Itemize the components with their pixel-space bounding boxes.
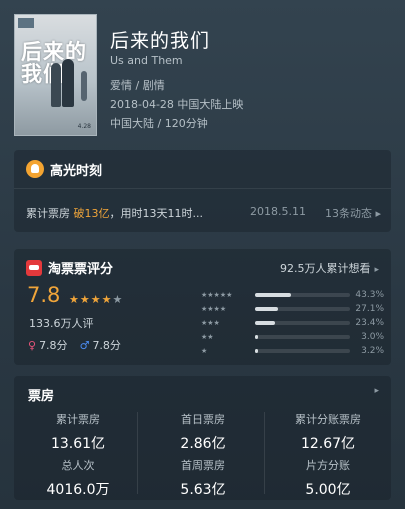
- poster-date: 4.28: [77, 123, 91, 130]
- box-office-card[interactable]: 票房 ▸ 累计票房 13.61亿 首日票房 2.86亿 累计分账票房 12.67…: [14, 376, 391, 500]
- distribution-bar-track: [255, 349, 350, 353]
- distribution-bar-fill: [255, 335, 258, 339]
- poster-figure: [81, 71, 87, 101]
- star-empty-icon: ★: [112, 293, 124, 306]
- distribution-percent: 3.0%: [361, 332, 384, 342]
- box-office-value: 2.86亿: [180, 436, 226, 452]
- box-office-label: 累计分账票房: [295, 413, 361, 426]
- highlight-more-link[interactable]: 13条动态 ▸: [325, 205, 381, 221]
- distribution-bar-track: [255, 307, 350, 311]
- highlight-text-suffix: ，用时13天11时...: [109, 207, 203, 220]
- chevron-right-icon[interactable]: ▸: [374, 386, 379, 396]
- star-icon: ★: [69, 293, 80, 306]
- rating-distribution: ★★★★★ 43.3% ★★★★ 27.1% ★★★ 23.4% ★★ 3.0% ★ 3.2%: [201, 288, 384, 358]
- movie-title: 后来的我们: [110, 30, 211, 52]
- want-to-see-count: 92.5万人累计想看: [279, 262, 371, 275]
- box-office-cell: 累计票房 13.61亿: [18, 411, 138, 453]
- box-office-value: 13.61亿: [50, 436, 106, 452]
- highlight-text-prefix: 累计票房: [26, 207, 74, 220]
- box-office-cell: 首周票房 5.63亿: [143, 457, 263, 499]
- distribution-row: ★ 3.2%: [201, 344, 384, 358]
- distribution-stars: ★★★★: [201, 305, 227, 313]
- taopiao-title: 淘票票评分: [48, 262, 114, 277]
- distribution-bar-fill: [255, 307, 278, 311]
- poster-badge: [18, 18, 34, 28]
- distribution-stars: ★★★: [201, 319, 220, 327]
- rating-count: 133.6万人评: [29, 317, 94, 330]
- chevron-right-icon: ▸: [374, 265, 379, 275]
- movie-english-title: Us and Them: [110, 54, 183, 67]
- highlight-text: 累计票房 破13亿，用时13天11时...: [26, 205, 203, 221]
- highlight-text-emphasis: 破13亿: [73, 207, 110, 220]
- distribution-bar-fill: [255, 349, 258, 353]
- rating-stars: ★★★★★: [69, 293, 123, 306]
- distribution-stars: ★★: [201, 333, 214, 341]
- highlight-card[interactable]: 高光时刻 累计票房 破13亿，用时13天11时... 2018.5.11 13条…: [14, 150, 391, 232]
- distribution-row: ★★★★ 27.1%: [201, 302, 384, 316]
- distribution-bar-fill: [255, 293, 292, 297]
- poster-figure: [62, 59, 74, 107]
- female-icon: ♀: [28, 338, 37, 352]
- movie-poster[interactable]: 后来的我们 4.28: [14, 14, 97, 136]
- movie-genre: 爱情 / 剧情: [110, 79, 165, 92]
- movie-release-date: 2018-04-28 中国大陆上映: [110, 98, 244, 111]
- box-office-cell: 片方分账 5.00亿: [268, 457, 388, 499]
- distribution-row: ★★★★★ 43.3%: [201, 288, 384, 302]
- distribution-stars: ★: [201, 347, 208, 355]
- box-office-label: 首周票房: [181, 459, 225, 472]
- distribution-percent: 3.2%: [361, 346, 384, 356]
- box-office-cell: 总人次 4016.0万: [18, 457, 138, 499]
- highlight-header: 高光时刻: [26, 159, 102, 179]
- taopiao-logo-icon: [26, 259, 42, 276]
- taopiao-header: 淘票票评分: [26, 258, 113, 277]
- box-office-cell: 首日票房 2.86亿: [143, 411, 263, 453]
- distribution-bar-fill: [255, 321, 275, 325]
- rating-score: 7.8: [27, 283, 61, 307]
- highlight-title: 高光时刻: [50, 163, 103, 179]
- box-office-label: 累计票房: [56, 413, 100, 426]
- box-office-title: 票房: [28, 389, 55, 404]
- male-score: 7.8分: [92, 339, 121, 352]
- box-office-value: 4016.0万: [46, 482, 110, 498]
- box-office-label: 总人次: [61, 459, 95, 472]
- distribution-percent: 43.3%: [355, 290, 384, 300]
- box-office-value: 5.00亿: [305, 482, 351, 498]
- box-office-cell: 累计分账票房 12.67亿: [268, 411, 388, 453]
- star-icon: ★: [79, 293, 91, 306]
- taopiao-rating-card[interactable]: 淘票票评分 92.5万人累计想看 ▸ 7.8 ★★★★★ 133.6万人评 ♀ 7…: [14, 249, 391, 365]
- movie-header: 后来的我们 4.28 后来的我们 Us and Them 爱情 / 剧情 201…: [14, 14, 391, 140]
- box-office-value: 5.63亿: [180, 482, 226, 498]
- star-icon: ★: [101, 293, 113, 306]
- box-office-label: 首日票房: [181, 413, 225, 426]
- want-to-see-link[interactable]: 92.5万人累计想看 ▸: [280, 260, 379, 276]
- distribution-row: ★★ 3.0%: [201, 330, 384, 344]
- male-icon: ♂: [79, 338, 90, 352]
- distribution-bar-track: [255, 321, 350, 325]
- trophy-icon: [26, 160, 44, 178]
- distribution-bar-track: [255, 335, 350, 339]
- divider: [14, 188, 391, 189]
- distribution-percent: 23.4%: [355, 318, 384, 328]
- divider: [264, 412, 265, 494]
- highlight-date: 2018.5.11: [250, 205, 306, 218]
- box-office-label: 片方分账: [306, 459, 350, 472]
- distribution-stars: ★★★★★: [201, 291, 233, 299]
- distribution-row: ★★★ 23.4%: [201, 316, 384, 330]
- box-office-value: 12.67亿: [300, 436, 356, 452]
- distribution-bar-track: [255, 293, 350, 297]
- distribution-percent: 27.1%: [355, 304, 384, 314]
- gender-scores: ♀ 7.8分 ♂ 7.8分: [28, 337, 121, 353]
- poster-figure: [51, 63, 61, 107]
- movie-region-duration: 中国大陆 / 120分钟: [110, 117, 208, 130]
- star-icon: ★: [90, 293, 102, 306]
- female-score: 7.8分: [39, 339, 68, 352]
